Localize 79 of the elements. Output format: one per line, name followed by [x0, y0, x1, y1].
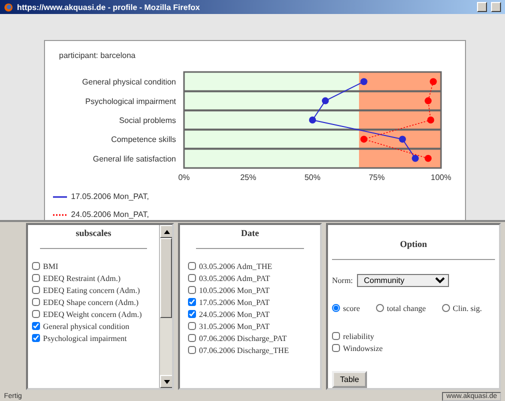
checkbox[interactable] [32, 298, 40, 306]
participant-label: participant: barcelona [58, 51, 136, 60]
category-label: Competence skills [111, 135, 176, 144]
checkbox[interactable] [188, 322, 196, 330]
tick-label: 75% [368, 173, 385, 182]
scroll-thumb[interactable] [160, 238, 172, 318]
checkbox[interactable] [188, 334, 196, 342]
subscale-option[interactable]: EDEQ Restraint (Adm.) [32, 273, 155, 285]
date-heading: Date [240, 228, 260, 238]
legend-label: 24.05.2006 Mon_PAT, [71, 209, 149, 220]
table-button[interactable]: Table [332, 371, 368, 388]
tick-label: 0% [178, 173, 190, 182]
category-label: Psychological impairment [85, 96, 176, 106]
date-option[interactable]: 03.05.2006 Adm_PAT [188, 273, 312, 285]
data-point [424, 154, 432, 162]
date-option[interactable]: 24.05.2006 Mon_PAT [188, 309, 312, 321]
window-title: https://www.akquasi.de - profile - Mozilla Firefox [17, 2, 201, 12]
subscale-option[interactable]: General physical condition [32, 321, 155, 333]
norm-dropdown[interactable]: Community [356, 274, 449, 287]
legend-line-icon [53, 214, 67, 216]
radio-button[interactable] [442, 304, 450, 312]
scroll-down-icon[interactable] [164, 380, 170, 384]
mode-option[interactable]: score [332, 303, 360, 315]
data-point [412, 154, 419, 162]
subscale-option[interactable]: Psychological impairment [32, 333, 155, 345]
checkbox[interactable] [32, 274, 40, 282]
data-point [322, 97, 329, 104]
category-label: General physical condition [82, 78, 176, 87]
date-option[interactable]: 31.05.2006 Mon_PAT [188, 321, 312, 333]
radio-button[interactable] [376, 304, 384, 312]
data-point [360, 136, 368, 143]
date-option[interactable]: 10.05.2006 Mon_PAT [188, 285, 312, 297]
scrollbar[interactable] [159, 225, 172, 388]
category-label: General life satisfaction [92, 154, 176, 164]
legend-line-icon [53, 196, 67, 198]
checkbox[interactable] [188, 298, 196, 306]
legend-label: 17.05.2006 Mon_PAT, [71, 191, 149, 203]
checkbox[interactable] [188, 274, 196, 282]
date-option[interactable]: 07.06.2006 Discharge_PAT [188, 333, 312, 345]
maximize-button[interactable] [491, 2, 501, 12]
subscale-option[interactable]: EDEQ Shape concern (Adm.) [32, 297, 155, 309]
data-point [360, 78, 368, 86]
checkbox[interactable] [188, 310, 196, 318]
checkbox[interactable] [332, 344, 340, 352]
checkbox[interactable] [32, 310, 40, 318]
data-point [424, 97, 432, 104]
checkbox[interactable] [332, 332, 340, 340]
checkbox[interactable] [188, 286, 196, 294]
option-checkbox[interactable]: Windowsize [332, 343, 495, 355]
option-heading: Option [398, 239, 428, 249]
data-point [427, 116, 434, 124]
checkbox[interactable] [188, 346, 196, 354]
checkbox[interactable] [188, 262, 196, 270]
subscale-option[interactable]: BMI [32, 261, 155, 273]
checkbox[interactable] [32, 286, 40, 294]
tick-label: 25% [240, 173, 256, 182]
subscale-option[interactable]: EDEQ Eating concern (Adm.) [32, 285, 155, 297]
subscale-option[interactable]: EDEQ Weight concern (Adm.) [32, 309, 155, 321]
date-option[interactable]: 03.05.2006 Adm_THE [188, 261, 312, 273]
checkbox[interactable] [32, 262, 40, 270]
tick-label: 100% [430, 173, 452, 182]
mode-option[interactable]: total change [376, 303, 426, 315]
browser-logo-icon [4, 2, 13, 12]
option-checkbox[interactable]: reliability [332, 331, 495, 343]
checkbox[interactable] [32, 334, 40, 342]
scroll-up-icon[interactable] [164, 230, 170, 234]
date-option[interactable]: 17.05.2006 Mon_PAT [188, 297, 312, 309]
mode-option[interactable]: Clin. sig. [442, 303, 482, 315]
category-label: Social problems [119, 116, 176, 125]
checkbox[interactable] [32, 322, 40, 330]
tick-label: 50% [304, 173, 320, 182]
norm-label: Norm: [332, 276, 353, 285]
minimize-button[interactable] [477, 2, 487, 12]
date-option[interactable]: 07.06.2006 Discharge_THE [188, 345, 312, 357]
data-point [430, 78, 437, 86]
data-point [398, 136, 406, 143]
radio-button[interactable] [332, 304, 340, 312]
data-point [309, 116, 316, 124]
subscales-heading: subscales [74, 228, 112, 238]
